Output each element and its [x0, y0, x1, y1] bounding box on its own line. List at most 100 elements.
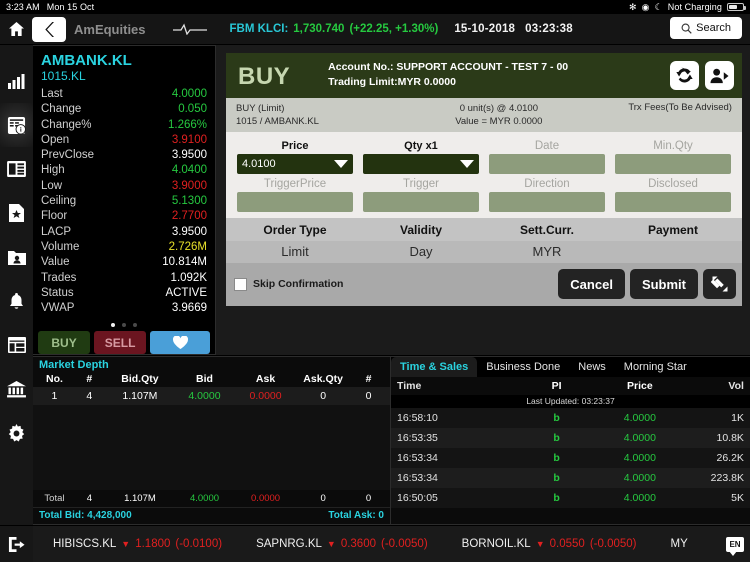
skip-confirmation-label: Skip Confirmation: [253, 278, 344, 290]
quote-value: ACTIVE: [165, 286, 207, 299]
skip-confirmation-checkbox[interactable]: [234, 277, 247, 291]
header-pi: PI: [551, 380, 562, 392]
home-icon[interactable]: [0, 22, 32, 36]
ticker-item[interactable]: HIBISCS.KL ▼ 1.1800 (-0.0100): [53, 538, 222, 550]
page-dot[interactable]: [122, 323, 126, 328]
search-button[interactable]: Search: [670, 17, 742, 39]
heart-icon: [172, 336, 188, 350]
favourite-button[interactable]: [150, 331, 210, 355]
last-updated: Last Updated: 03:23:37: [391, 395, 750, 408]
summary-instrument: 1015 / AMBANK.KL: [236, 116, 319, 127]
value-sett-curr[interactable]: MYR: [484, 244, 610, 259]
quote-row: Floor 2.7700: [41, 209, 207, 224]
sidebar-item-account[interactable]: [0, 367, 33, 411]
table-row[interactable]: 16:53:34 b 4.0000 223.8K: [391, 468, 750, 488]
total-bid: 4.0000: [189, 493, 220, 504]
header-bid-qty: Bid.Qty: [121, 373, 159, 385]
sidebar-item-portfolio[interactable]: [0, 235, 33, 279]
language-button[interactable]: EN: [726, 536, 744, 556]
expand-button[interactable]: [703, 269, 736, 299]
qty-input[interactable]: [363, 154, 479, 174]
logout-button[interactable]: [0, 525, 33, 562]
bell-icon: [10, 292, 23, 309]
back-button[interactable]: [32, 16, 66, 42]
field-label: Disclosed: [648, 178, 698, 190]
table-row[interactable]: 1 4 1.107M 4.0000 0.0000 0 0: [33, 387, 390, 405]
bottom-ticker-bar: HIBISCS.KL ▼ 1.1800 (-0.0100) SAPNRG.KL …: [0, 525, 750, 562]
cell-pi: b: [553, 472, 560, 484]
tab-time-and-sales[interactable]: Time & Sales: [391, 357, 478, 377]
sidebar-item-watchlist[interactable]: [0, 191, 33, 235]
quote-value: 4.0000: [171, 88, 207, 100]
battery-icon: [727, 3, 746, 11]
table-row[interactable]: 16:53:34 b 4.0000 26.2K: [391, 448, 750, 468]
chevron-down-icon: [460, 160, 474, 168]
sell-button[interactable]: SELL: [94, 331, 147, 355]
cell-ask: 0.0000: [249, 390, 282, 402]
index-change: (+22.25, +1.30%): [349, 23, 439, 35]
value-payment[interactable]: [610, 244, 736, 259]
field-label: Qty x1: [404, 140, 438, 152]
trigger-price-input[interactable]: [237, 192, 353, 212]
refresh-button[interactable]: [670, 61, 699, 90]
table-row[interactable]: 16:50:05 b 4.0000 5K: [391, 488, 750, 508]
trigger-input[interactable]: [363, 192, 479, 212]
arrow-down-icon: ▼: [326, 539, 336, 549]
quote-code: 1015.KL: [41, 69, 86, 83]
value-order-type[interactable]: Limit: [232, 244, 358, 259]
ticket-account-block: Account No.: SUPPORT ACCOUNT - TEST 7 - …: [328, 60, 568, 90]
sidebar-item-settings[interactable]: [0, 411, 33, 455]
cancel-button[interactable]: Cancel: [558, 269, 625, 299]
cell-price: 4.0000: [623, 432, 656, 444]
quote-symbol: AMBANK.KL: [41, 52, 132, 69]
column-payment: Payment: [647, 223, 699, 237]
date-input[interactable]: [489, 154, 605, 174]
sidebar-item-market-info[interactable]: i: [0, 103, 33, 147]
min-qty-input[interactable]: [615, 154, 731, 174]
quote-row: Change 0.050: [41, 102, 207, 117]
cell-time: 16:50:05: [397, 492, 438, 504]
form-row-1: Price 4.0100 Qty x1 Date Min.Qty: [232, 139, 736, 174]
sidebar-item-layout[interactable]: [0, 323, 33, 367]
time-sales-header: Time PI Price Vol: [391, 377, 750, 395]
quote-label: Last: [41, 88, 63, 100]
tab-business-done[interactable]: Business Done: [477, 357, 569, 377]
ticker-change: (-0.0050): [381, 538, 428, 550]
market-index[interactable]: FBM KLCI: 1,730.740 (+22.25, +1.30%): [230, 23, 439, 35]
ticker-item-truncated[interactable]: MY: [670, 538, 692, 550]
field-label: Min.Qty: [653, 140, 693, 152]
header-price: Price: [627, 380, 653, 392]
index-name: FBM KLCI:: [229, 23, 289, 35]
direction-input[interactable]: [489, 192, 605, 212]
price-input[interactable]: 4.0100: [237, 154, 353, 174]
ticket-values: Limit Day MYR: [226, 241, 742, 263]
sidebar-item-alerts[interactable]: [0, 279, 33, 323]
table-row[interactable]: 16:58:10 b 4.0000 1K: [391, 408, 750, 428]
quote-label: LACP: [41, 225, 72, 238]
account-switch-icon: [710, 68, 729, 83]
ticker-item[interactable]: BORNOIL.KL ▼ 0.0550 (-0.0050): [462, 538, 637, 550]
sidebar-item-charts[interactable]: [0, 59, 33, 103]
submit-button[interactable]: Submit: [629, 269, 698, 299]
chevron-left-icon: [44, 21, 54, 37]
quote-row: Status ACTIVE: [41, 286, 207, 301]
account-switch-button[interactable]: [705, 61, 734, 90]
quote-row: Low 3.9000: [41, 179, 207, 194]
quote-value: 3.9100: [171, 133, 207, 146]
buy-button[interactable]: BUY: [38, 331, 91, 355]
heartbeat-icon[interactable]: [170, 23, 210, 35]
navbar-time: 03:23:38: [525, 23, 573, 35]
page-dot[interactable]: [133, 323, 137, 328]
quote-label: Floor: [41, 210, 68, 223]
ticker-item[interactable]: SAPNRG.KL ▼ 0.3600 (-0.0050): [256, 538, 428, 550]
page-dot[interactable]: [111, 323, 115, 328]
field-label: Price: [281, 140, 309, 152]
disclosed-input[interactable]: [615, 192, 731, 212]
cell-pi: b: [553, 432, 560, 444]
sidebar-item-news[interactable]: [0, 147, 33, 191]
value-validity[interactable]: Day: [358, 244, 484, 259]
table-row[interactable]: 16:53:35 b 4.0000 10.8K: [391, 428, 750, 448]
tab-news[interactable]: News: [569, 357, 615, 377]
quote-pagination[interactable]: [33, 323, 215, 328]
tab-morning-star[interactable]: Morning Star: [615, 357, 696, 377]
